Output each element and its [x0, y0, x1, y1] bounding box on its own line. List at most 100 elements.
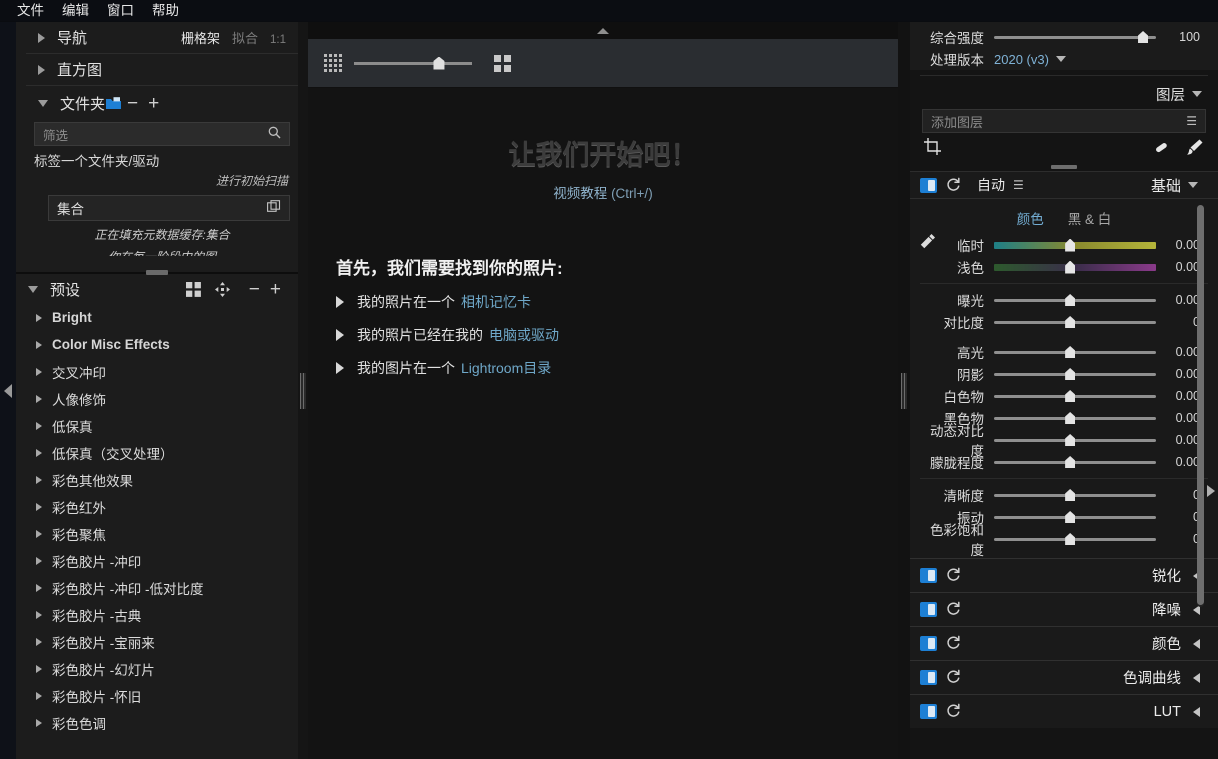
tab-black-white[interactable]: 黑 & 白	[1068, 208, 1112, 228]
auto-button[interactable]: 自动	[977, 175, 1005, 195]
reset-icon[interactable]	[945, 668, 961, 687]
search-icon[interactable]	[268, 126, 281, 142]
preset-group-item[interactable]: 人像修饰	[26, 385, 298, 412]
slider-knob[interactable]	[1065, 368, 1076, 380]
basic-menu-icon[interactable]: ☰	[1013, 178, 1024, 192]
slider-knob[interactable]	[1065, 412, 1076, 424]
chevron-down-icon[interactable]	[28, 285, 38, 293]
layer-menu-icon[interactable]: ☰	[1186, 114, 1197, 128]
slider-control[interactable]	[994, 433, 1156, 447]
grid-view-icon[interactable]	[185, 281, 201, 297]
panel-histogram-header[interactable]: 直方图	[26, 54, 298, 86]
preset-group-item[interactable]: 彩色胶片 -冲印	[26, 547, 298, 574]
add-preset-button[interactable]: +	[265, 280, 286, 299]
chevron-down-icon[interactable]	[38, 99, 48, 107]
preset-group-item[interactable]: 彩色胶片 -怀旧	[26, 682, 298, 709]
chevron-left-icon[interactable]	[1193, 706, 1200, 717]
slider-control[interactable]	[994, 455, 1156, 469]
small-grid-icon[interactable]	[324, 54, 342, 72]
collapse-left-arrow-icon[interactable]	[4, 383, 12, 398]
left-panel-collapse-strip[interactable]	[0, 22, 16, 759]
chevron-right-icon[interactable]	[36, 718, 42, 727]
slider-control[interactable]	[994, 315, 1156, 329]
slider-control[interactable]	[994, 260, 1156, 274]
slider-knob[interactable]	[1065, 260, 1076, 274]
left-center-divider[interactable]	[298, 22, 308, 759]
copy-collection-icon[interactable]	[267, 199, 281, 217]
collapsed-panel-row[interactable]: 降噪	[910, 592, 1218, 626]
layers-header[interactable]: 图层	[910, 81, 1218, 107]
folder-add-label[interactable]: 标签一个文件夹/驱动	[26, 146, 298, 170]
slider-control[interactable]	[994, 488, 1156, 502]
reset-icon[interactable]	[945, 176, 961, 195]
slider-control[interactable]	[994, 345, 1156, 359]
chevron-right-icon[interactable]	[336, 362, 344, 374]
scrollbar-thumb[interactable]	[1197, 205, 1204, 605]
collapsed-panel-row[interactable]: LUT	[910, 694, 1218, 728]
brush-tool-icon[interactable]	[1186, 138, 1204, 159]
menu-item-window[interactable]: 窗口	[98, 0, 143, 22]
panel-toggle[interactable]	[920, 568, 937, 583]
chevron-right-icon[interactable]	[36, 610, 42, 619]
chevron-right-icon[interactable]	[36, 583, 42, 592]
chevron-right-icon[interactable]	[36, 394, 42, 403]
chevron-right-icon[interactable]	[36, 475, 42, 484]
chevron-right-icon[interactable]	[36, 556, 42, 565]
process-version-value[interactable]: 2020 (v3)	[994, 52, 1049, 67]
divider-grip-icon[interactable]	[300, 372, 306, 409]
thumbnail-size-slider[interactable]	[354, 56, 472, 70]
panel-toggle[interactable]	[920, 670, 937, 685]
right-panel-scrollbar[interactable]	[1197, 205, 1204, 607]
reset-icon[interactable]	[945, 634, 961, 653]
chevron-down-icon[interactable]	[1188, 182, 1198, 188]
slider-knob[interactable]	[1065, 294, 1076, 306]
reset-icon[interactable]	[945, 702, 961, 721]
slider-knob[interactable]	[1065, 434, 1076, 446]
add-folder-icon[interactable]	[105, 96, 122, 110]
slider-control[interactable]	[994, 367, 1156, 381]
chevron-right-icon[interactable]	[36, 502, 42, 511]
chevron-right-icon[interactable]	[36, 448, 42, 457]
nav-mode-1to1[interactable]: 1:1	[270, 34, 286, 46]
nav-mode-fit[interactable]: 拟合	[232, 28, 258, 47]
crop-tool-icon[interactable]	[924, 138, 941, 158]
slider-control[interactable]	[994, 411, 1156, 425]
preset-group-item[interactable]: 彩色其他效果	[26, 466, 298, 493]
slider-knob[interactable]	[1065, 238, 1076, 252]
slider-knob[interactable]	[1065, 489, 1076, 501]
panel-toggle[interactable]	[920, 636, 937, 651]
nav-mode-grid[interactable]: 栅格架	[181, 28, 220, 47]
preset-group-item[interactable]: 交叉冲印	[26, 358, 298, 385]
preset-group-item[interactable]: 彩色聚焦	[26, 520, 298, 547]
reset-icon[interactable]	[945, 600, 961, 619]
chevron-up-icon[interactable]	[597, 27, 609, 34]
chevron-right-icon[interactable]	[36, 529, 42, 538]
preset-group-item[interactable]: 低保真	[26, 412, 298, 439]
collapsed-panel-row[interactable]: 色调曲线	[910, 660, 1218, 694]
slider-control[interactable]	[994, 510, 1156, 524]
howto-item[interactable]: 我的图片在一个 Lightroom目录	[336, 358, 898, 378]
slider-knob[interactable]	[1065, 533, 1076, 545]
presets-list[interactable]: Bright Color Misc Effects 交叉冲印 人像修饰 低保真 低保真（交…	[16, 304, 298, 759]
chevron-right-icon[interactable]	[38, 32, 45, 43]
panel-presets-header[interactable]: 预设 − +	[16, 274, 298, 304]
eyedropper-icon[interactable]	[920, 233, 936, 252]
top-panel-toggle-bar[interactable]	[308, 22, 898, 39]
howto-item[interactable]: 我的照片已经在我的 电脑或驱动	[336, 325, 898, 345]
preset-group-item[interactable]: 彩色胶片 -幻灯片	[26, 655, 298, 682]
menu-item-edit[interactable]: 编辑	[53, 0, 98, 22]
divider-grip-icon[interactable]	[901, 372, 907, 409]
preset-group-item[interactable]: 彩色色调	[26, 709, 298, 736]
healing-tool-icon[interactable]	[1152, 138, 1170, 159]
panel-toggle[interactable]	[920, 704, 937, 719]
slider-control[interactable]	[994, 238, 1156, 252]
basic-panel-toggle[interactable]	[920, 177, 937, 193]
chevron-left-icon[interactable]	[1193, 638, 1200, 649]
expand-all-icon[interactable]	[214, 281, 230, 297]
chevron-right-icon[interactable]	[36, 421, 42, 430]
chevron-right-icon[interactable]	[36, 313, 42, 322]
preset-group-item[interactable]: 彩色红外	[26, 493, 298, 520]
slider-knob[interactable]	[433, 56, 445, 70]
chevron-right-icon[interactable]	[36, 691, 42, 700]
howto-item-link[interactable]: 相机记忆卡	[461, 292, 531, 312]
